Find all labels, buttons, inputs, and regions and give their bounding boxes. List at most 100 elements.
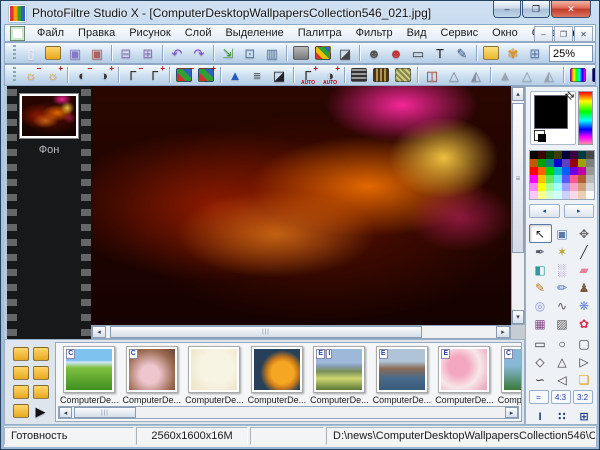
palette-color[interactable] xyxy=(538,151,546,159)
scroll-right-button[interactable]: ▸ xyxy=(505,407,518,418)
pattern-brown-icon[interactable] xyxy=(370,65,392,85)
palette-color[interactable] xyxy=(586,167,594,175)
palette-color[interactable] xyxy=(562,159,570,167)
scroll-left-button[interactable]: ◂ xyxy=(59,407,72,418)
scroll-left-button[interactable]: ◂ xyxy=(92,326,106,338)
fg-bg-mini-swatch[interactable] xyxy=(534,130,545,141)
palette-color[interactable] xyxy=(570,183,578,191)
menu-layer[interactable]: Слой xyxy=(178,25,219,41)
foreground-color-swatch[interactable] xyxy=(534,95,568,129)
palette-color[interactable] xyxy=(586,159,594,167)
browser-scrollbar[interactable]: ◂ ||| ▸ xyxy=(58,406,519,419)
sharpen-icon[interactable]: ◭ xyxy=(465,65,487,85)
scroll-thumb[interactable]: ≡ xyxy=(512,103,524,253)
browse-save-button[interactable] xyxy=(30,363,52,383)
selection-show-icon[interactable]: ▭ xyxy=(407,43,429,63)
palette-color[interactable] xyxy=(546,183,554,191)
horizontal-scrollbar[interactable]: ◂ ||| ▸ xyxy=(91,325,511,339)
palette-color[interactable] xyxy=(562,151,570,159)
fill-tool[interactable]: ◧ xyxy=(529,260,552,279)
browse-open-button[interactable] xyxy=(10,363,32,383)
thumbnail-3[interactable]: ComputerDe... xyxy=(185,346,244,405)
palette-color[interactable] xyxy=(562,167,570,175)
palette-color[interactable] xyxy=(578,167,586,175)
gamma-minus-icon[interactable]: Γ − xyxy=(122,65,144,85)
title-bar[interactable]: PhotoFiltre Studio X - [ComputerDesktopW… xyxy=(3,2,597,24)
palette-prev-button[interactable]: ◂ xyxy=(529,204,560,218)
shape-right-triangle[interactable]: ▷ xyxy=(573,352,596,371)
drop-pen-icon[interactable]: ◭ xyxy=(538,65,560,85)
undo-icon[interactable]: ↶ xyxy=(166,43,188,63)
transparency-icon[interactable]: ◪ xyxy=(334,43,356,63)
mdi-minimize-button[interactable]: – xyxy=(534,26,553,42)
colors-icon[interactable] xyxy=(312,43,334,63)
pattern-tool[interactable]: ▦ xyxy=(529,314,552,333)
artistic-tool[interactable]: ▨ xyxy=(551,314,574,333)
palette-color[interactable] xyxy=(538,167,546,175)
scan-icon[interactable]: ⊞ xyxy=(137,43,159,63)
auto-levels-icon[interactable]: Γ + AUTO xyxy=(297,65,319,85)
palette-color[interactable] xyxy=(546,159,554,167)
smudge-tool[interactable]: ∿ xyxy=(551,296,574,315)
palette-color[interactable] xyxy=(538,159,546,167)
menu-selection[interactable]: Выделение xyxy=(218,25,290,41)
load-selection[interactable]: ❏ xyxy=(573,370,596,389)
image-size-icon[interactable]: ⇲ xyxy=(217,43,239,63)
palette-color[interactable] xyxy=(586,183,594,191)
palette-color[interactable] xyxy=(530,183,538,191)
scroll-right-button[interactable]: ▸ xyxy=(496,326,510,338)
mdi-close-button[interactable]: ✕ xyxy=(574,26,593,42)
brightness-minus-icon[interactable]: ☼ − xyxy=(20,65,42,85)
hue-gradient-bar[interactable] xyxy=(578,91,593,145)
palette-color[interactable] xyxy=(546,191,554,199)
canvas-image[interactable] xyxy=(91,86,511,325)
palette-color[interactable] xyxy=(538,175,546,183)
palette-color[interactable] xyxy=(554,167,562,175)
negative-icon[interactable]: ◪ xyxy=(268,65,290,85)
vector-path-icon[interactable]: ✎ xyxy=(451,43,473,63)
browse-frame-button[interactable] xyxy=(30,382,52,402)
clone-stamp-tool[interactable]: ♟ xyxy=(573,278,596,297)
ratio-3-2[interactable]: 3:2 xyxy=(573,390,593,404)
palette-color[interactable] xyxy=(586,191,594,199)
palette-color[interactable] xyxy=(530,175,538,183)
auto-contrast-icon[interactable]: ◑ + AUTO xyxy=(319,65,341,85)
thumbnail-2[interactable]: C ComputerDe... xyxy=(123,346,182,405)
contrast-minus-icon[interactable]: ◐ − xyxy=(71,65,93,85)
brush-tool[interactable]: ✎ xyxy=(529,278,552,297)
scroll-thumb[interactable]: ||| xyxy=(74,407,136,418)
shape-lasso[interactable]: ∽ xyxy=(529,370,552,389)
scroll-up-button[interactable]: ▴ xyxy=(512,87,524,101)
thumbnail-6[interactable]: E ComputerDe... xyxy=(373,346,432,405)
hand-tool[interactable]: ✥ xyxy=(573,224,596,243)
palette-color[interactable] xyxy=(570,151,578,159)
airbrush-tool[interactable]: ░ xyxy=(551,260,574,279)
transform-selection[interactable]: ∷ xyxy=(551,407,574,425)
palette-color[interactable] xyxy=(538,191,546,199)
saturation-plus-icon[interactable]: + xyxy=(195,65,217,85)
thumbnail-7[interactable]: E ComputerDe... xyxy=(435,346,494,405)
redo-icon[interactable]: ↷ xyxy=(188,43,210,63)
palette-color[interactable] xyxy=(530,151,538,159)
print-icon[interactable]: ⊟ xyxy=(115,43,137,63)
histogram-icon[interactable]: ▲ xyxy=(224,65,246,85)
save-icon[interactable]: ▣ xyxy=(64,43,86,63)
palette-color[interactable] xyxy=(554,183,562,191)
palette-color[interactable] xyxy=(570,191,578,199)
menu-edit[interactable]: Правка xyxy=(71,25,122,41)
magic-wand-tool[interactable]: ✶ xyxy=(551,242,574,261)
pattern-gold-icon[interactable] xyxy=(392,65,414,85)
photomask-red-icon[interactable]: ☻ xyxy=(385,43,407,63)
invert-selection[interactable]: I xyxy=(529,407,552,425)
eraser-tool[interactable]: ▰ xyxy=(573,260,596,279)
palette-color[interactable] xyxy=(546,175,554,183)
browse-select-button[interactable] xyxy=(10,382,32,402)
relief-icon[interactable]: ◫ xyxy=(421,65,443,85)
menu-window[interactable]: Окно xyxy=(485,25,525,41)
background-color-icon[interactable] xyxy=(290,43,312,63)
palette-color[interactable] xyxy=(562,175,570,183)
palette-color[interactable] xyxy=(586,175,594,183)
mdi-restore-button[interactable]: ❐ xyxy=(554,26,573,42)
palette-color[interactable] xyxy=(562,183,570,191)
pattern-dark-icon[interactable] xyxy=(348,65,370,85)
